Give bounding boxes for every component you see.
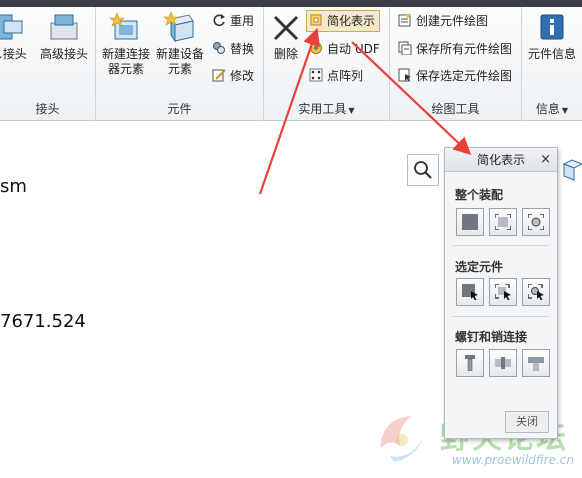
group-connectors: ...接头 高级接头 接头 (0, 7, 96, 121)
component-info-button[interactable]: 元件信息 (526, 11, 578, 62)
section-title-selected-components: 选定元件 (455, 260, 504, 274)
delete-button[interactable]: 删除 (266, 11, 306, 62)
new-device-element-button[interactable]: 新建设备元素 (154, 11, 206, 77)
bolt-icon (465, 355, 475, 371)
divider (453, 245, 549, 246)
reuse-label: 重用 (230, 14, 255, 28)
modify-button[interactable]: 修改 (210, 66, 258, 88)
save-selected-drawings-icon (398, 68, 412, 82)
title-bar-strip (0, 0, 582, 7)
new-connector-label: 新建连接器元素 (101, 47, 150, 76)
save-selected-drawings-button[interactable]: 保存选定元件绘图 (396, 66, 516, 88)
panel-header: 简化表示 × (445, 148, 557, 172)
master-rep-button[interactable] (489, 208, 517, 236)
chevron-down-icon: ▼ (348, 106, 355, 115)
component-info-label: 元件信息 (527, 47, 576, 61)
group-drawing-tools: 创建元件绘图 保存所有元件绘图 保存选定元件绘图 绘图工具 (390, 7, 522, 121)
new-device-label: 新建设备元素 (156, 47, 205, 76)
exclude-all-button[interactable] (456, 208, 484, 236)
simplified-rep-icon (309, 13, 323, 27)
info-icon (540, 14, 564, 40)
replace-label: 替换 (230, 42, 255, 56)
selected-master-button[interactable] (489, 278, 517, 306)
connector-label: ...接头 (0, 47, 27, 61)
solid-square-icon (462, 214, 478, 230)
create-component-drawing-button[interactable]: 创建元件绘图 (396, 11, 492, 33)
info-label-text: 信息 (535, 102, 560, 116)
reuse-button[interactable]: 重用 (210, 11, 258, 33)
new-connector-element-button[interactable]: 新建连接器元素 (98, 11, 154, 77)
point-pattern-label: 点阵列 (327, 69, 364, 83)
gear-frame-icon (528, 214, 544, 230)
simplified-rep-button[interactable]: 简化表示 (306, 10, 381, 32)
group-utilities: 删除 简化表示 自动 UDF 点阵列 实用工具 ▼ (264, 7, 390, 121)
view-cube-icon[interactable] (562, 158, 582, 182)
bolt-rep-button[interactable] (456, 349, 484, 377)
save-all-drawings-icon (398, 41, 412, 56)
auto-udf-label: 自动 UDF (327, 42, 380, 56)
divider (453, 316, 549, 317)
watermark-url: www.proewildfire.cn (452, 453, 574, 467)
new-connector-icon (109, 12, 138, 40)
bolt-graphics-icon (528, 357, 544, 371)
delete-icon (273, 15, 299, 41)
bolt-graphics-button[interactable] (522, 349, 550, 377)
save-all-drawings-button[interactable]: 保存所有元件绘图 (396, 39, 516, 61)
close-button[interactable]: 关闭 (505, 411, 549, 433)
close-icon[interactable]: × (540, 148, 551, 172)
group-label-connectors: 接头 (35, 102, 60, 116)
point-pattern-button[interactable]: 点阵列 (307, 66, 367, 88)
group-label-info[interactable]: 信息 ▼ (522, 100, 582, 117)
simplified-rep-label: 简化表示 (327, 14, 376, 28)
partial-text-1: sm (0, 176, 27, 197)
group-components: 新建连接器元素 新建设备元素 重用 替换 修改 元件 (96, 7, 264, 121)
replace-button[interactable]: 替换 (210, 39, 258, 61)
search-icon (414, 161, 432, 179)
utilities-label-text: 实用工具 (298, 102, 347, 116)
connector-button[interactable]: ...接头 (0, 11, 32, 62)
graphics-rep-button[interactable] (522, 208, 550, 236)
group-label-drawing-tools: 绘图工具 (431, 102, 480, 116)
gear-frame-cursor-icon (528, 284, 544, 300)
advanced-connector-icon (50, 14, 78, 40)
create-drawing-icon (398, 13, 412, 27)
group-label-components: 元件 (167, 102, 192, 116)
save-selected-drawings-label: 保存选定元件绘图 (416, 69, 513, 83)
connector-icon (0, 14, 23, 40)
section-title-whole-assembly: 整个装配 (455, 188, 504, 202)
group-label-utilities[interactable]: 实用工具 ▼ (264, 100, 389, 117)
auto-udf-icon (309, 41, 323, 55)
ribbon: ...接头 高级接头 接头 新建连接器元素 (0, 7, 582, 121)
partial-text-2: 7671.524 (0, 311, 86, 332)
save-all-drawings-label: 保存所有元件绘图 (416, 42, 513, 56)
simplified-rep-panel: 简化表示 × 整个装配 选定元件 螺钉和销连接 关闭 (444, 147, 558, 439)
group-info: 元件信息 信息 ▼ (522, 7, 582, 121)
selected-graphics-button[interactable] (522, 278, 550, 306)
create-drawing-label: 创建元件绘图 (416, 14, 489, 28)
chevron-down-icon: ▼ (561, 106, 569, 115)
pin-rep-button[interactable] (489, 349, 517, 377)
reuse-icon (212, 13, 226, 27)
panel-title: 简化表示 (476, 153, 525, 167)
corner-frame-icon (495, 214, 511, 230)
delete-label: 删除 (273, 47, 298, 61)
replace-icon (212, 41, 226, 55)
corner-frame-cursor-icon (495, 284, 511, 300)
modify-label: 修改 (230, 69, 255, 83)
modify-icon (212, 68, 226, 82)
pin-connection-icon (495, 357, 511, 369)
auto-udf-button[interactable]: 自动 UDF (307, 39, 384, 61)
section-title-bolts-pins: 螺钉和销连接 (455, 330, 528, 344)
advanced-connector-label: 高级接头 (39, 47, 88, 61)
solid-square-cursor-icon (462, 284, 478, 300)
forum-logo-icon (380, 416, 424, 462)
advanced-connector-button[interactable]: 高级接头 (36, 11, 92, 62)
new-device-icon (163, 11, 194, 43)
point-pattern-icon (309, 68, 323, 82)
selected-exclude-button[interactable] (456, 278, 484, 306)
search-button[interactable] (407, 154, 439, 186)
